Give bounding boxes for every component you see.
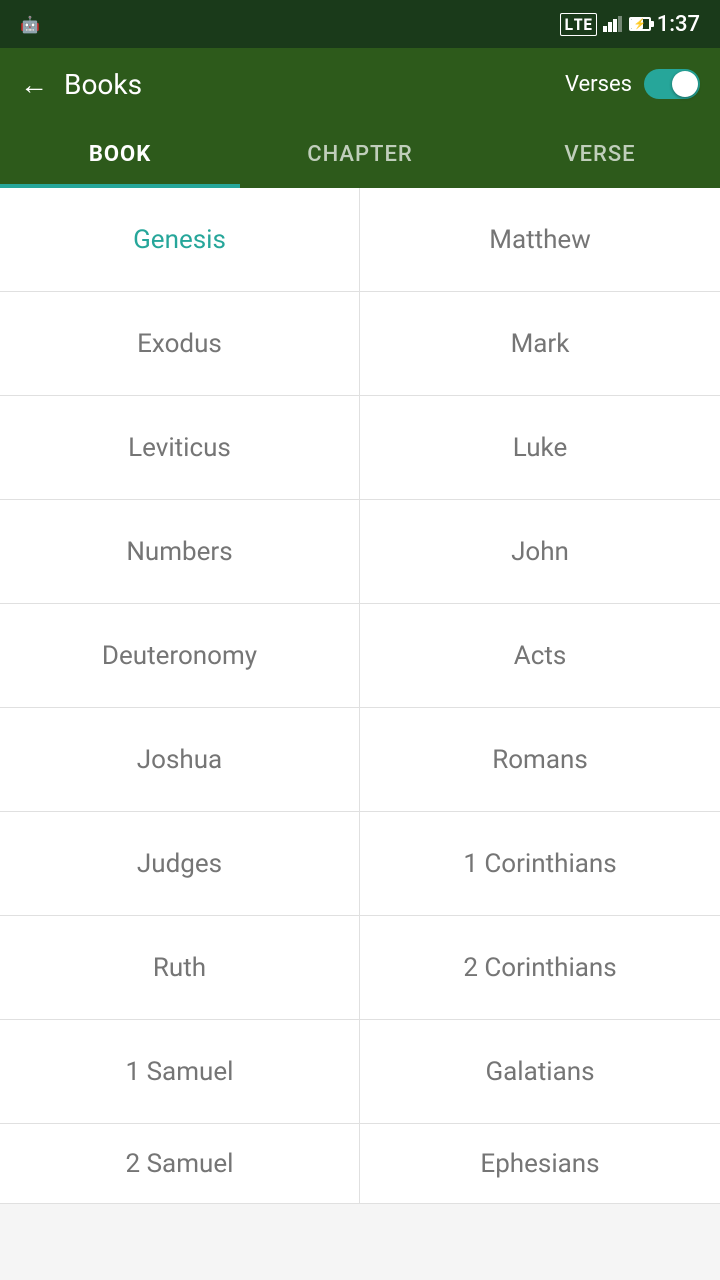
book-item-right[interactable]: Romans xyxy=(360,708,720,812)
status-bar: 🤖 LTE ⚡ 1:37 xyxy=(0,0,720,48)
book-item-left[interactable]: Deuteronomy xyxy=(0,604,360,708)
app-icon: 🤖 xyxy=(20,15,40,34)
book-item-left[interactable]: Ruth xyxy=(0,916,360,1020)
tab-book[interactable]: BOOK xyxy=(0,120,240,188)
book-item-right[interactable]: Luke xyxy=(360,396,720,500)
book-item-right[interactable]: Matthew xyxy=(360,188,720,292)
book-item-left[interactable]: Genesis xyxy=(0,188,360,292)
back-button[interactable]: ← xyxy=(20,68,48,101)
battery-icon: ⚡ xyxy=(629,17,651,31)
book-item-right[interactable]: 2 Corinthians xyxy=(360,916,720,1020)
time-display: 1:37 xyxy=(657,12,700,37)
book-item-left[interactable]: Numbers xyxy=(0,500,360,604)
book-item-left[interactable]: Leviticus xyxy=(0,396,360,500)
book-item-right[interactable]: John xyxy=(360,500,720,604)
book-item-left[interactable]: 1 Samuel xyxy=(0,1020,360,1124)
book-list: GenesisMatthewExodusMarkLeviticusLukeNum… xyxy=(0,188,720,1204)
book-item-right[interactable]: Galatians xyxy=(360,1020,720,1124)
tab-bar: BOOK CHAPTER VERSE xyxy=(0,120,720,188)
lte-icon: LTE xyxy=(560,13,597,36)
app-bar: ← Books Verses xyxy=(0,48,720,120)
toggle-knob xyxy=(672,71,698,97)
signal-icon xyxy=(603,16,623,32)
app-title: Books xyxy=(64,68,565,101)
verses-label: Verses xyxy=(565,72,632,97)
book-item-right[interactable]: Ephesians xyxy=(360,1124,720,1204)
book-item-right[interactable]: Acts xyxy=(360,604,720,708)
book-item-right[interactable]: Mark xyxy=(360,292,720,396)
book-item-left[interactable]: Judges xyxy=(0,812,360,916)
book-item-left[interactable]: Joshua xyxy=(0,708,360,812)
tab-verse[interactable]: VERSE xyxy=(480,120,720,188)
book-item-left[interactable]: Exodus xyxy=(0,292,360,396)
book-item-left[interactable]: 2 Samuel xyxy=(0,1124,360,1204)
verses-toggle[interactable] xyxy=(644,69,700,99)
book-item-right[interactable]: 1 Corinthians xyxy=(360,812,720,916)
tab-chapter[interactable]: CHAPTER xyxy=(240,120,480,188)
